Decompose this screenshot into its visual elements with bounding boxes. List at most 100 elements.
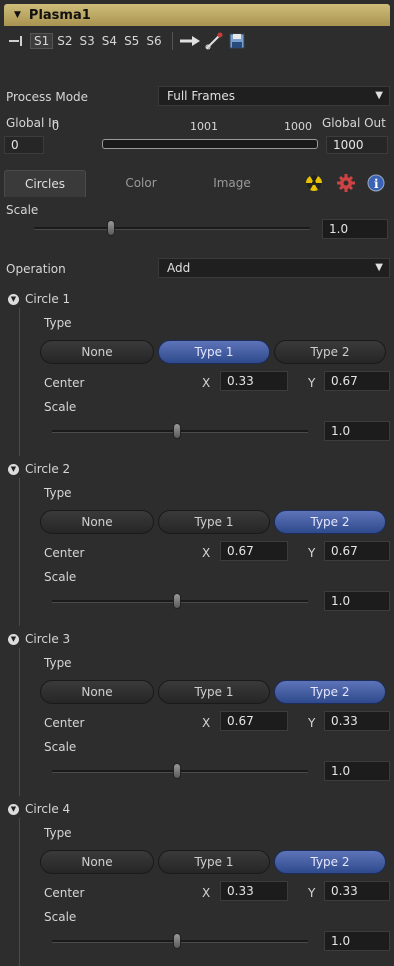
version-s1[interactable]: S1 bbox=[30, 33, 54, 49]
circle-group-title: Circle 3 bbox=[25, 632, 71, 646]
tab-circles[interactable]: Circles bbox=[4, 170, 86, 197]
collapse-toggle-icon[interactable]: ▼ bbox=[8, 463, 19, 475]
process-mode-label: Process Mode bbox=[6, 90, 89, 104]
collapse-toggle-icon[interactable]: ▼ bbox=[8, 293, 19, 305]
center-x-label: X bbox=[202, 376, 211, 390]
center-x-label: X bbox=[202, 886, 211, 900]
type-option-none[interactable]: None bbox=[40, 850, 154, 874]
circle-group-title: Circle 4 bbox=[25, 802, 71, 816]
range-slider[interactable] bbox=[102, 139, 318, 149]
center-y-label: Y bbox=[308, 716, 316, 730]
circle-group-header[interactable]: ▼ Circle 4 bbox=[4, 802, 70, 816]
type-option-none[interactable]: None bbox=[40, 340, 154, 364]
operation-dropdown[interactable]: Add ▼ bbox=[158, 258, 390, 278]
pin-icon[interactable] bbox=[8, 35, 24, 47]
type-option-type-1[interactable]: Type 1 bbox=[158, 340, 270, 364]
dropdown-arrow-icon: ▼ bbox=[375, 262, 383, 273]
process-mode-dropdown[interactable]: Full Frames ▼ bbox=[158, 86, 390, 106]
type-option-label: None bbox=[81, 515, 113, 529]
global-in-value: 0 bbox=[11, 138, 19, 152]
group-divider bbox=[19, 648, 20, 796]
tab-color[interactable]: Color bbox=[116, 170, 166, 196]
version-s4[interactable]: S4 bbox=[99, 34, 120, 48]
save-icon[interactable] bbox=[229, 33, 245, 49]
center-label: Center bbox=[44, 886, 85, 900]
type-option-none[interactable]: None bbox=[40, 680, 154, 704]
dropdown-arrow-icon: ▼ bbox=[375, 90, 383, 101]
scale-slider-knob[interactable] bbox=[173, 933, 181, 949]
arrow-right-icon[interactable] bbox=[179, 35, 201, 47]
type-option-label: None bbox=[81, 685, 113, 699]
scale-field[interactable]: 1.0 bbox=[324, 931, 390, 951]
type-option-label: None bbox=[81, 855, 113, 869]
center-y-value: 0.67 bbox=[331, 544, 358, 558]
center-x-field[interactable]: 0.67 bbox=[220, 541, 288, 561]
circle-group-header[interactable]: ▼ Circle 1 bbox=[4, 292, 70, 306]
center-x-field[interactable]: 0.33 bbox=[220, 881, 288, 901]
type-option-type-2[interactable]: Type 2 bbox=[274, 340, 386, 364]
scale-field[interactable]: 1.0 bbox=[324, 421, 390, 441]
global-out-field[interactable]: 1000 bbox=[326, 136, 388, 154]
type-option-none[interactable]: None bbox=[40, 510, 154, 534]
scale-field[interactable]: 1.0 bbox=[324, 591, 390, 611]
operation-row: Operation Add ▼ bbox=[4, 258, 390, 282]
svg-text:i: i bbox=[374, 177, 379, 191]
version-s3[interactable]: S3 bbox=[77, 34, 98, 48]
center-y-field[interactable]: 0.33 bbox=[324, 881, 390, 901]
type-option-type-2[interactable]: Type 2 bbox=[274, 680, 386, 704]
tab-color-label: Color bbox=[125, 176, 157, 190]
center-x-field[interactable]: 0.33 bbox=[220, 371, 288, 391]
tool-header[interactable]: ▼ Plasma1 bbox=[4, 4, 390, 26]
center-y-label: Y bbox=[308, 376, 316, 390]
type-option-type-1[interactable]: Type 1 bbox=[158, 850, 270, 874]
circle-group-header[interactable]: ▼ Circle 3 bbox=[4, 632, 70, 646]
center-y-field[interactable]: 0.33 bbox=[324, 711, 390, 731]
center-label: Center bbox=[44, 546, 85, 560]
process-mode-row: Process Mode Full Frames ▼ bbox=[4, 86, 390, 110]
version-s5[interactable]: S5 bbox=[121, 34, 142, 48]
tab-bar: Circles Color Image i bbox=[4, 170, 390, 197]
scale-slider-knob[interactable] bbox=[173, 763, 181, 779]
center-y-label: Y bbox=[308, 546, 316, 560]
center-x-value: 0.67 bbox=[227, 714, 254, 728]
type-option-type-1[interactable]: Type 1 bbox=[158, 510, 270, 534]
center-x-field[interactable]: 0.67 bbox=[220, 711, 288, 731]
scale-slider-knob[interactable] bbox=[173, 423, 181, 439]
scale-field[interactable]: 1.0 bbox=[322, 219, 388, 239]
type-option-label: Type 2 bbox=[310, 685, 350, 699]
scale-slider-knob[interactable] bbox=[107, 220, 115, 236]
center-y-value: 0.33 bbox=[331, 884, 358, 898]
collapse-toggle-icon[interactable]: ▼ bbox=[8, 803, 19, 815]
scale-value: 1.0 bbox=[331, 764, 351, 778]
center-y-value: 0.67 bbox=[331, 374, 358, 388]
scale-slider-knob[interactable] bbox=[173, 593, 181, 609]
type-option-label: Type 2 bbox=[310, 855, 350, 869]
global-range-row: Global In 0 1001 1000 Global Out 0 1000 bbox=[4, 116, 390, 162]
version-s6[interactable]: S6 bbox=[143, 34, 164, 48]
info-icon[interactable]: i bbox=[364, 170, 388, 196]
pick-tool-icon[interactable] bbox=[205, 32, 225, 50]
radioactive-icon[interactable] bbox=[302, 170, 326, 196]
center-y-field[interactable]: 0.67 bbox=[324, 371, 390, 391]
type-option-label: Type 1 bbox=[194, 685, 234, 699]
type-option-label: Type 1 bbox=[194, 855, 234, 869]
operation-value: Add bbox=[167, 261, 191, 275]
type-option-type-2[interactable]: Type 2 bbox=[274, 850, 386, 874]
circle-group-header[interactable]: ▼ Circle 2 bbox=[4, 462, 70, 476]
collapse-triangle-icon[interactable]: ▼ bbox=[14, 10, 21, 20]
scale-label: Scale bbox=[44, 400, 77, 414]
global-in-field[interactable]: 0 bbox=[4, 136, 44, 154]
type-option-type-2[interactable]: Type 2 bbox=[274, 510, 386, 534]
center-y-field[interactable]: 0.67 bbox=[324, 541, 390, 561]
scale-slider-track[interactable] bbox=[34, 227, 310, 230]
type-option-type-1[interactable]: Type 1 bbox=[158, 680, 270, 704]
scale-value: 1.0 bbox=[329, 222, 349, 236]
type-option-label: Type 1 bbox=[194, 345, 234, 359]
scale-field[interactable]: 1.0 bbox=[324, 761, 390, 781]
scale-value: 1.0 bbox=[331, 934, 351, 948]
tab-image-label: Image bbox=[213, 176, 251, 190]
collapse-toggle-icon[interactable]: ▼ bbox=[8, 633, 19, 645]
gear-icon[interactable] bbox=[334, 170, 358, 196]
version-s2[interactable]: S2 bbox=[54, 34, 75, 48]
tab-image[interactable]: Image bbox=[202, 170, 262, 196]
